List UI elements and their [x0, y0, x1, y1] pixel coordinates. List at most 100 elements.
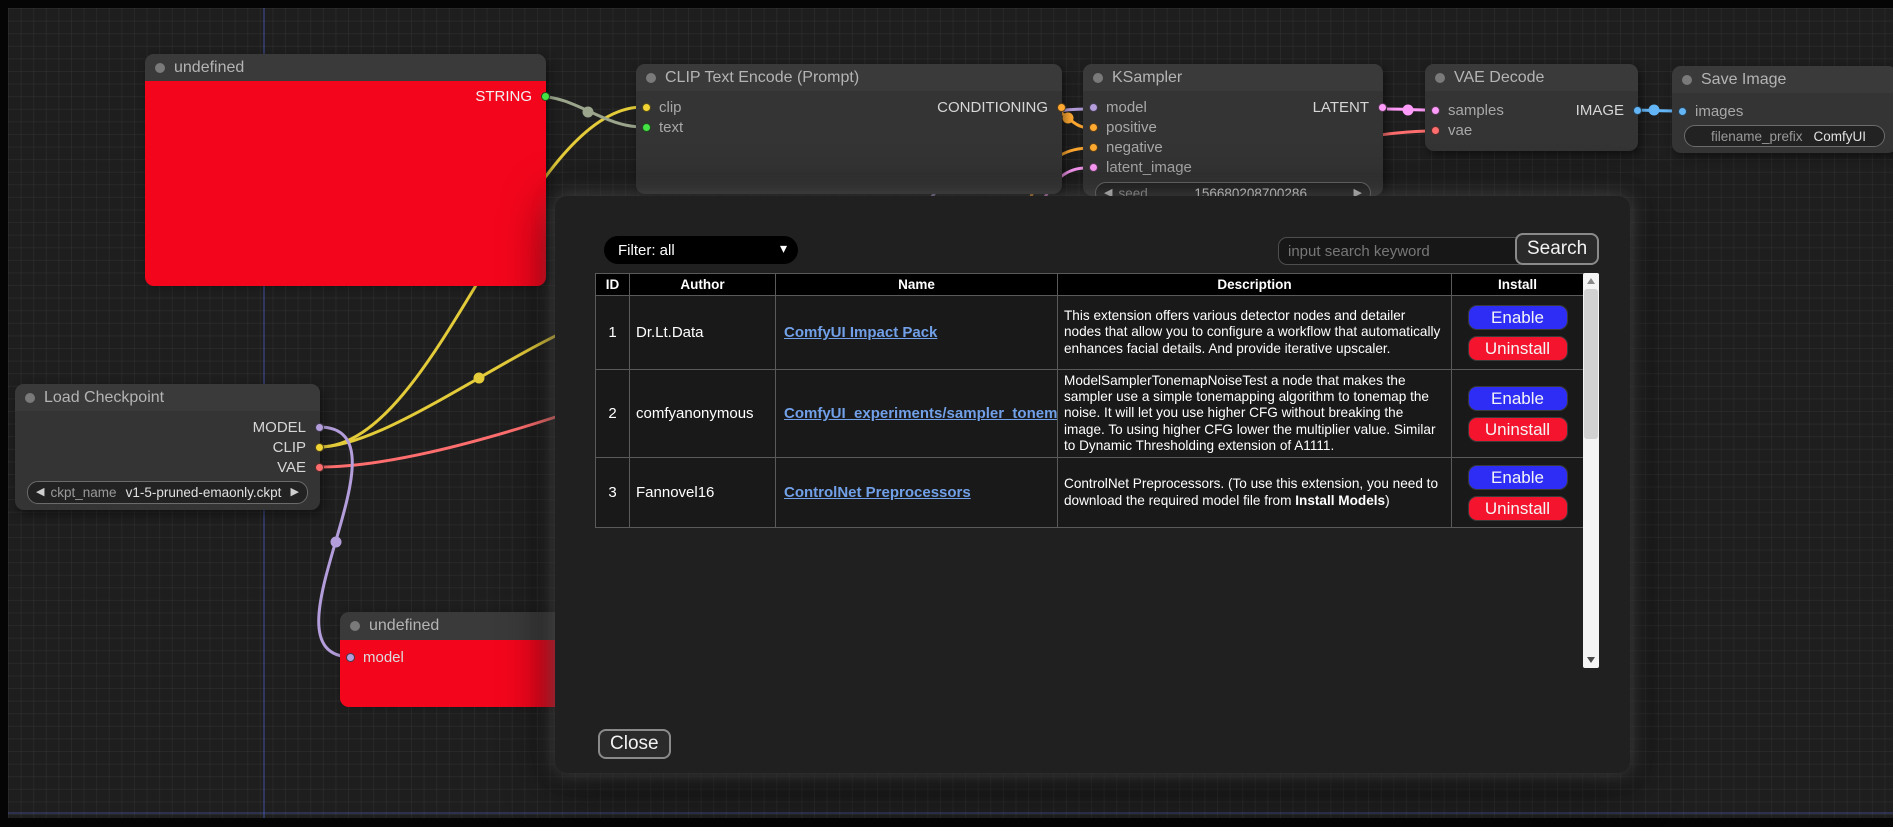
output-label: IMAGE	[1576, 102, 1624, 119]
node-title-bar: CLIP Text Encode (Prompt)	[636, 64, 1062, 91]
search-input[interactable]	[1278, 237, 1528, 265]
input-socket-images[interactable]	[1678, 107, 1687, 116]
input-socket-positive[interactable]	[1089, 123, 1098, 132]
ckpt-name-widget[interactable]: ◀ ckpt_name v1-5-pruned-emaonly.ckpt ▶	[27, 481, 308, 504]
node-status-dot[interactable]	[350, 621, 360, 631]
extension-author: comfyanonymous	[630, 370, 776, 458]
uninstall-button[interactable]: Uninstall	[1468, 496, 1568, 521]
widget-decrement-icon[interactable]: ◀	[36, 487, 44, 498]
input-label: text	[659, 119, 683, 136]
extension-table: ID Author Name Description Install 1 Dr.…	[595, 273, 1584, 528]
output-label: LATENT	[1313, 99, 1369, 116]
scrollbar-thumb[interactable]	[1584, 289, 1598, 439]
extension-description: This extension offers various detector n…	[1058, 296, 1452, 370]
extension-link[interactable]: ComfyUI Impact Pack	[784, 324, 937, 341]
node-title-bar: VAE Decode	[1425, 64, 1638, 91]
input-socket-latent-image[interactable]	[1089, 163, 1098, 172]
node-title: KSampler	[1112, 69, 1182, 87]
extension-row: 1 Dr.Lt.Data ComfyUI Impact Pack This ex…	[596, 296, 1584, 370]
input-label: clip	[659, 99, 682, 116]
output-socket-latent[interactable]	[1378, 103, 1387, 112]
scroll-down-icon[interactable]	[1583, 653, 1599, 667]
node-status-dot[interactable]	[1682, 75, 1692, 85]
extension-author: Dr.Lt.Data	[630, 296, 776, 370]
input-socket-samples[interactable]	[1431, 106, 1440, 115]
filter-select[interactable]: Filter: all	[604, 236, 798, 264]
node-undefined-top[interactable]: undefined STRING	[145, 54, 546, 281]
node-title: undefined	[174, 59, 244, 77]
node-status-dot[interactable]	[25, 393, 35, 403]
output-socket-clip[interactable]	[315, 443, 324, 452]
extension-id: 3	[596, 458, 630, 528]
node-status-dot[interactable]	[1435, 73, 1445, 83]
input-label: negative	[1106, 139, 1163, 156]
node-title: VAE Decode	[1454, 69, 1544, 87]
extension-row: 3 Fannovel16 ControlNet Preprocessors Co…	[596, 458, 1584, 528]
header-description: Description	[1058, 274, 1452, 296]
widget-label: ckpt_name	[50, 485, 116, 500]
node-status-dot[interactable]	[646, 73, 656, 83]
input-socket-clip[interactable]	[642, 103, 651, 112]
extension-description: ControlNet Preprocessors. (To use this e…	[1058, 458, 1452, 528]
widget-increment-icon[interactable]: ▶	[291, 487, 299, 498]
node-clip-text-encode[interactable]: CLIP Text Encode (Prompt) clip CONDITION…	[636, 64, 1062, 194]
input-socket-text[interactable]	[642, 123, 651, 132]
output-label: CONDITIONING	[937, 99, 1048, 116]
input-label: images	[1695, 103, 1743, 120]
output-label: STRING	[475, 88, 532, 105]
node-vae-decode[interactable]: VAE Decode samples IMAGE vae	[1425, 64, 1638, 151]
widget-value: v1-5-pruned-emaonly.ckpt	[126, 485, 282, 500]
extension-id: 1	[596, 296, 630, 370]
node-title-bar: Load Checkpoint	[15, 384, 320, 411]
node-save-image[interactable]: Save Image images filename_prefix ComfyU…	[1672, 66, 1893, 153]
widget-label: filename_prefix	[1711, 129, 1803, 144]
enable-button[interactable]: Enable	[1468, 386, 1568, 411]
input-socket-vae[interactable]	[1431, 126, 1440, 135]
output-label: VAE	[277, 459, 306, 476]
header-id: ID	[596, 274, 630, 296]
output-socket-image[interactable]	[1633, 106, 1642, 115]
search-button[interactable]: Search	[1515, 233, 1599, 265]
input-label: latent_image	[1106, 159, 1192, 176]
input-label: model	[1106, 99, 1147, 116]
node-status-dot[interactable]	[155, 63, 165, 73]
node-title-bar: Save Image	[1672, 66, 1893, 93]
output-socket-string[interactable]	[541, 92, 550, 101]
input-socket-model[interactable]	[1089, 103, 1098, 112]
table-scrollbar[interactable]	[1583, 273, 1599, 668]
node-status-dot[interactable]	[1093, 73, 1103, 83]
node-title-bar: KSampler	[1083, 64, 1383, 91]
custom-nodes-manager-dialog: Filter: all ▾ Search ID Author Name Desc…	[555, 196, 1630, 773]
extension-link[interactable]: ComfyUI_experiments/sampler_tonemap	[784, 405, 1058, 422]
node-load-checkpoint[interactable]: Load Checkpoint MODEL CLIP VAE ◀ ckpt_na…	[15, 384, 320, 510]
enable-button[interactable]: Enable	[1468, 305, 1568, 330]
enable-button[interactable]: Enable	[1468, 465, 1568, 490]
node-ksampler[interactable]: KSampler model LATENT positive negative	[1083, 64, 1383, 196]
node-title-bar: undefined	[340, 612, 566, 640]
table-header-row: ID Author Name Description Install	[596, 274, 1584, 296]
extension-id: 2	[596, 370, 630, 458]
output-socket-model[interactable]	[315, 423, 324, 432]
uninstall-button[interactable]: Uninstall	[1468, 417, 1568, 442]
input-socket-model[interactable]	[346, 653, 355, 662]
output-socket-vae[interactable]	[315, 463, 324, 472]
uninstall-button[interactable]: Uninstall	[1468, 336, 1568, 361]
input-label: model	[363, 649, 404, 666]
filter-select-wrap: Filter: all ▾	[604, 236, 798, 264]
input-label: vae	[1448, 122, 1472, 139]
node-undefined-bottom[interactable]: undefined model	[340, 612, 566, 700]
output-socket-conditioning[interactable]	[1057, 103, 1066, 112]
widget-value: ComfyUI	[1813, 129, 1866, 144]
header-name: Name	[776, 274, 1058, 296]
extension-table-container: ID Author Name Description Install 1 Dr.…	[595, 273, 1599, 668]
scroll-up-icon[interactable]	[1583, 274, 1599, 288]
header-author: Author	[630, 274, 776, 296]
close-button[interactable]: Close	[598, 729, 671, 759]
output-label: CLIP	[273, 439, 306, 456]
input-label: samples	[1448, 102, 1504, 119]
node-title: CLIP Text Encode (Prompt)	[665, 69, 859, 87]
node-title: Load Checkpoint	[44, 389, 164, 407]
extension-link[interactable]: ControlNet Preprocessors	[784, 484, 971, 501]
filename-prefix-widget[interactable]: filename_prefix ComfyUI	[1684, 125, 1885, 147]
input-socket-negative[interactable]	[1089, 143, 1098, 152]
